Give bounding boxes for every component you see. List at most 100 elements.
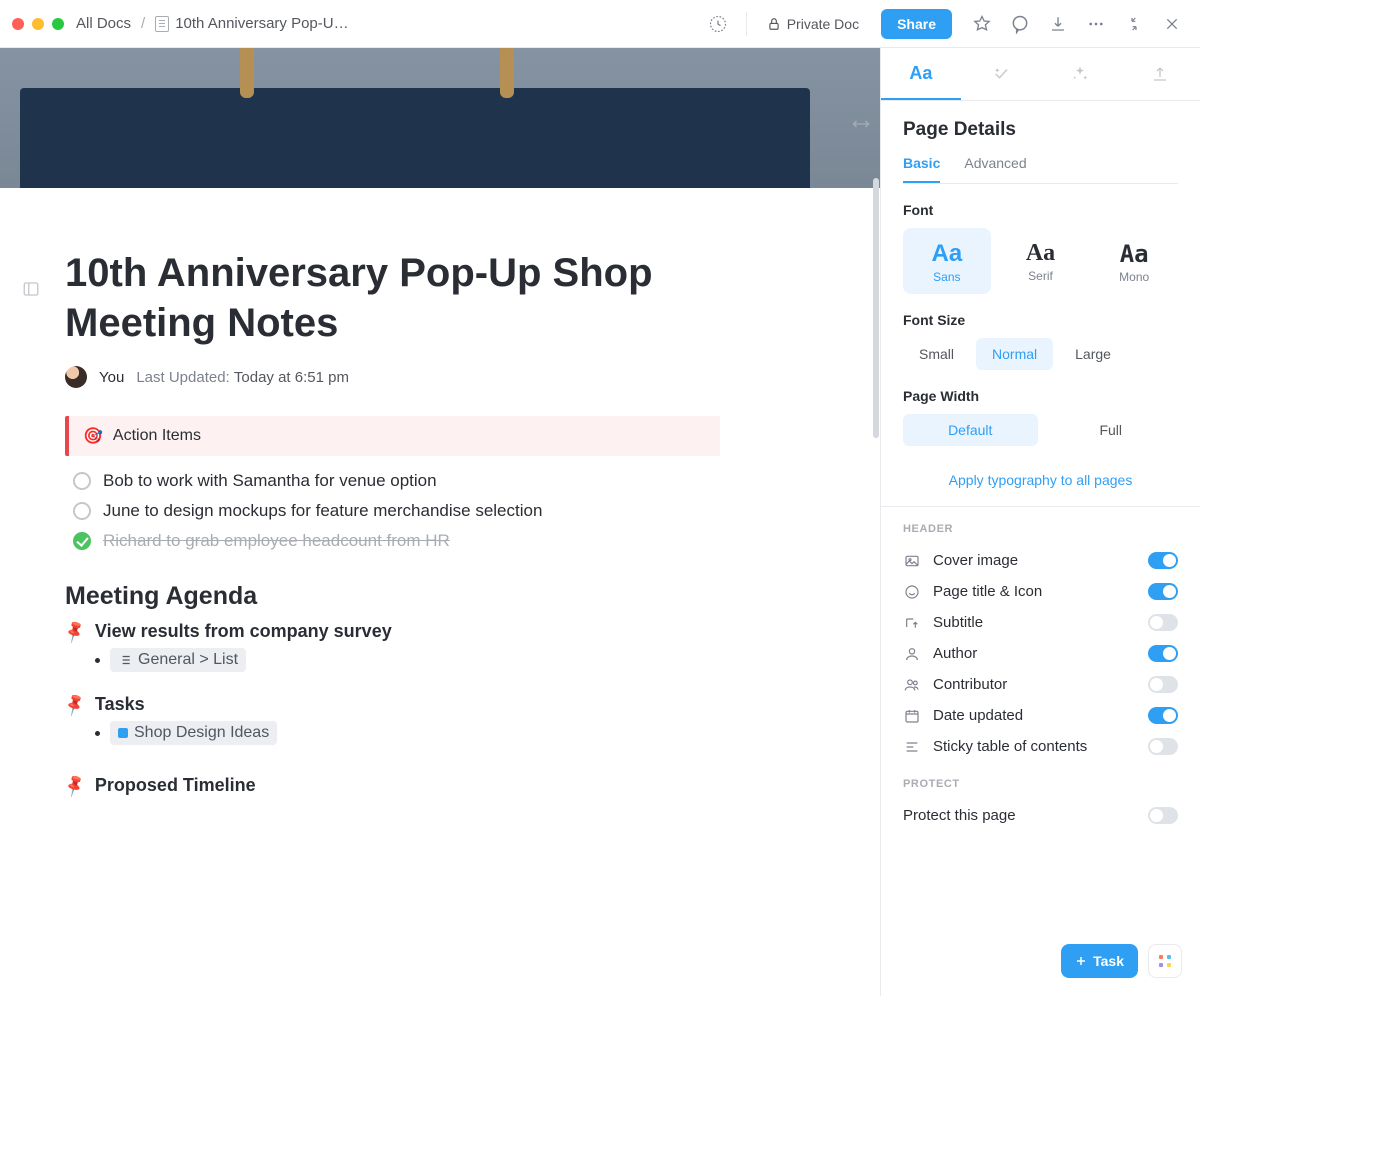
document-pane: 10th Anniversary Pop-Up Shop Meeting Not… [0,48,880,996]
collapse-icon[interactable] [1118,8,1150,40]
cover-image[interactable] [0,48,880,188]
action-item[interactable]: June to design mockups for feature merch… [73,496,720,526]
font-option-sans[interactable]: Aa Sans [903,228,991,294]
panel-mode-tabs: Aa [881,48,1200,101]
row-author: Author [903,638,1178,669]
apps-button[interactable] [1148,944,1182,978]
tab-ai-icon[interactable] [961,48,1041,100]
scrollbar[interactable] [872,178,880,956]
resize-handle-icon[interactable] [852,118,870,130]
subtab-advanced[interactable]: Advanced [964,155,1026,183]
tab-typography-icon[interactable]: Aa [881,48,961,100]
emoji-icon [903,584,921,600]
page-width-picker: Default Full [903,414,1178,446]
toggle-toc[interactable] [1148,738,1178,755]
action-item[interactable]: Bob to work with Samantha for venue opti… [73,466,720,496]
privacy-indicator[interactable]: Private Doc [759,16,867,32]
size-normal[interactable]: Normal [976,338,1053,370]
task-chip[interactable]: Shop Design Ideas [110,721,277,745]
floating-actions: Task [1061,944,1182,978]
checkbox-icon[interactable] [73,502,91,520]
timeline-heading-text: Proposed Timeline [95,775,256,796]
more-icon[interactable] [1080,8,1112,40]
action-item[interactable]: Richard to grab employee headcount from … [73,526,720,556]
breadcrumb-current[interactable]: 10th Anniversary Pop-U… [175,15,348,32]
chip-label: Shop Design Ideas [134,724,269,742]
tab-stars-icon[interactable] [1041,48,1121,100]
download-icon[interactable] [1042,8,1074,40]
font-sample-icon: Aa [1094,240,1174,268]
row-protect: Protect this page [903,800,1178,831]
breadcrumb-root[interactable]: All Docs [76,15,131,32]
toc-icon [903,739,921,755]
updated-text: Last Updated: Today at 6:51 pm [136,369,349,386]
new-task-button[interactable]: Task [1061,944,1138,978]
action-items-callout[interactable]: 🎯 Action Items [65,416,720,456]
toggle-protect[interactable] [1148,807,1178,824]
agenda-sub[interactable]: General > List [95,648,720,672]
cover-graphic [20,88,810,188]
minimize-window-icon[interactable] [32,18,44,30]
share-button[interactable]: Share [881,9,952,39]
apply-typography-link[interactable]: Apply typography to all pages [903,464,1178,506]
author-avatar[interactable] [65,366,87,388]
close-panel-icon[interactable] [1156,8,1188,40]
agenda-heading[interactable]: Meeting Agenda [65,582,720,611]
toggle-cover[interactable] [1148,552,1178,569]
task-sub[interactable]: Shop Design Ideas [95,721,720,745]
font-option-serif[interactable]: Aa Serif [997,228,1085,294]
size-small[interactable]: Small [903,338,970,370]
action-item-text: Richard to grab employee headcount from … [103,531,450,551]
row-label: Cover image [933,552,1136,569]
subtab-basic[interactable]: Basic [903,155,940,183]
calendar-icon [903,708,921,724]
width-full[interactable]: Full [1044,414,1179,446]
font-sample-icon: Aa [907,240,987,268]
sidebar-toggle-icon[interactable] [22,280,40,298]
tab-export-icon[interactable] [1120,48,1200,100]
view-chip[interactable]: General > List [110,648,246,672]
font-label: Font [903,202,1178,218]
size-large[interactable]: Large [1059,338,1127,370]
details-subtabs: Basic Advanced [903,155,1178,184]
document-body: 10th Anniversary Pop-Up Shop Meeting Not… [0,188,790,862]
row-contributor: Contributor [903,669,1178,700]
font-size-picker: Small Normal Large [903,338,1178,370]
page-details-panel: Aa Page Details Basic Advanced Font Aa S… [880,48,1200,996]
checkbox-checked-icon[interactable] [73,532,91,550]
maximize-window-icon[interactable] [52,18,64,30]
bullet-icon [95,658,100,663]
lock-icon [767,17,781,31]
toggle-contributor[interactable] [1148,676,1178,693]
agenda-item[interactable]: 📌 View results from company survey [65,621,720,642]
toggle-title-icon[interactable] [1148,583,1178,600]
task-status-icon [118,728,128,738]
font-picker: Aa Sans Aa Serif Aa Mono [903,228,1178,294]
pin-icon: 📌 [61,691,88,718]
apps-grid-icon [1157,953,1173,969]
favorite-icon[interactable] [966,8,998,40]
width-default[interactable]: Default [903,414,1038,446]
toggle-author[interactable] [1148,645,1178,662]
comment-icon[interactable] [1004,8,1036,40]
agenda-item-text: View results from company survey [95,621,392,642]
pin-icon: 📌 [61,618,88,645]
font-name: Mono [1094,270,1174,284]
toggle-date[interactable] [1148,707,1178,724]
page-title[interactable]: 10th Anniversary Pop-Up Shop Meeting Not… [65,248,720,348]
breadcrumb: All Docs / 10th Anniversary Pop-U… [76,15,349,32]
checkbox-icon[interactable] [73,472,91,490]
close-window-icon[interactable] [12,18,24,30]
row-label: Sticky table of contents [933,738,1136,755]
tasks-heading[interactable]: 📌 Tasks [65,694,720,715]
toggle-subtitle[interactable] [1148,614,1178,631]
header-group-label: HEADER [903,523,1178,535]
font-name: Sans [907,270,987,284]
updated-label: Last Updated: [136,369,229,386]
subtitle-icon [903,615,921,631]
tasks-heading-text: Tasks [95,694,145,715]
history-icon[interactable] [702,8,734,40]
privacy-label: Private Doc [787,16,859,32]
timeline-heading[interactable]: 📌 Proposed Timeline [65,775,720,796]
font-option-mono[interactable]: Aa Mono [1090,228,1178,294]
